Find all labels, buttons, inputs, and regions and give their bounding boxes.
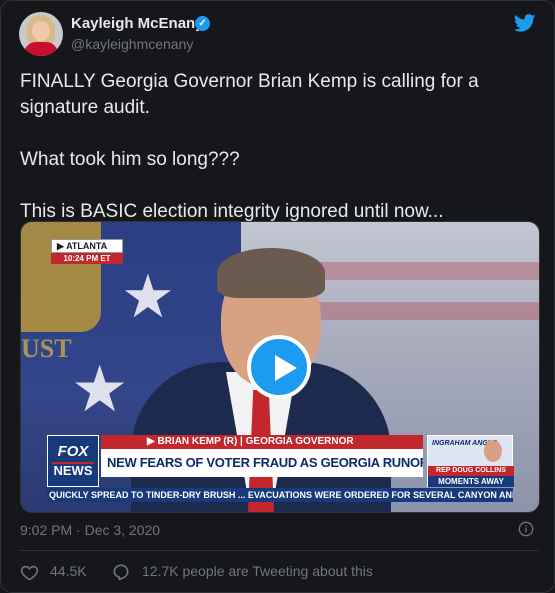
like-count[interactable]: 44.5K: [50, 563, 87, 579]
speaker-hair: [217, 248, 325, 298]
tweet-paragraph-1: FINALLY Georgia Governor Brian Kemp is c…: [20, 71, 479, 118]
location-arrow: ▶: [57, 241, 64, 251]
promo-tag: MOMENTS AWAY: [428, 476, 514, 487]
show-promo: INGRAHAM ANGLE REP DOUG COLLINS MOMENTS …: [427, 435, 514, 487]
promo-guest-photo: [484, 440, 502, 462]
twitter-bird-icon[interactable]: [512, 12, 538, 34]
tweet-card: Kayleigh McEnany ✓ @kayleighmcenany FINA…: [0, 0, 555, 593]
tweet-paragraph-2: What took him so long???: [20, 149, 240, 170]
divider: [20, 550, 538, 551]
star-icon: ★: [121, 263, 175, 330]
video-player[interactable]: UST ★ ★ ▶ ATLANTA 10:24 PM ET FOX NEWS ▶…: [20, 221, 540, 513]
fox-news-logo: FOX NEWS: [47, 435, 99, 487]
star-icon: ★: [71, 353, 129, 425]
avatar[interactable]: [19, 12, 63, 56]
heart-icon[interactable]: [20, 563, 39, 582]
logo-line-2: NEWS: [52, 462, 94, 478]
chyron-name-bar: ▶ BRIAN KEMP (R) | GEORGIA GOVERNOR: [101, 435, 423, 449]
location-city: ATLANTA: [66, 241, 108, 251]
news-chyron: FOX NEWS ▶ BRIAN KEMP (R) | GEORGIA GOVE…: [47, 435, 514, 490]
conversation-link[interactable]: 12.7K people are Tweeting about this: [142, 563, 373, 579]
play-icon[interactable]: [247, 335, 311, 399]
promo-guest-name: REP DOUG COLLINS: [428, 466, 514, 476]
seal-text: UST: [21, 334, 72, 363]
news-ticker: QUICKLY SPREAD TO TINDER-DRY BRUSH ... E…: [47, 488, 513, 502]
location-tag: ▶ ATLANTA 10:24 PM ET: [51, 239, 123, 264]
chyron-headline: NEW FEARS OF VOTER FRAUD AS GEORGIA RUNO…: [101, 449, 423, 477]
info-icon[interactable]: [518, 521, 534, 537]
tweet-timestamp[interactable]: 9:02 PM · Dec 3, 2020: [20, 522, 160, 538]
verified-badge-icon: ✓: [195, 16, 210, 31]
author-handle[interactable]: @kayleighmcenany: [71, 36, 193, 52]
speech-bubble-icon[interactable]: [111, 562, 131, 582]
logo-line-1: FOX: [57, 443, 89, 460]
location-time: 10:24 PM ET: [51, 253, 123, 264]
tweet-text: FINALLY Georgia Governor Brian Kemp is c…: [20, 69, 536, 225]
author-name[interactable]: Kayleigh McEnany: [71, 15, 204, 32]
